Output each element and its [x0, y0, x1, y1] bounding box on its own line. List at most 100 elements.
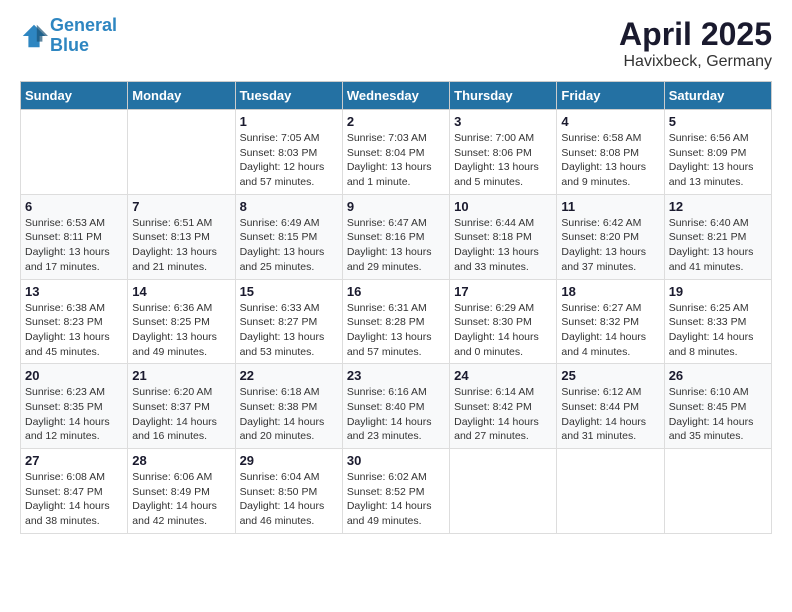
logo-text: General Blue	[50, 16, 117, 56]
day-number: 25	[561, 368, 659, 383]
day-info: Sunrise: 6:08 AMSunset: 8:47 PMDaylight:…	[25, 470, 123, 529]
calendar-table: SundayMondayTuesdayWednesdayThursdayFrid…	[20, 81, 772, 534]
day-number: 22	[240, 368, 338, 383]
day-number: 14	[132, 284, 230, 299]
header-row: SundayMondayTuesdayWednesdayThursdayFrid…	[21, 82, 772, 110]
week-row-1: 1 Sunrise: 7:05 AMSunset: 8:03 PMDaylight…	[21, 110, 772, 195]
logo-blue: Blue	[50, 35, 89, 55]
day-info: Sunrise: 7:00 AMSunset: 8:06 PMDaylight:…	[454, 131, 552, 190]
day-cell: 28Sunrise: 6:06 AMSunset: 8:49 PMDayligh…	[128, 449, 235, 534]
day-number: 15	[240, 284, 338, 299]
day-cell: 21 Sunrise: 6:20 AMSunset: 8:37 PMDayligh…	[128, 364, 235, 449]
day-info: Sunrise: 6:33 AMSunset: 8:27 PMDaylight:…	[240, 301, 338, 360]
day-info: Sunrise: 6:02 AMSunset: 8:52 PMDaylight:…	[347, 470, 445, 529]
column-header-sunday: Sunday	[21, 82, 128, 110]
day-cell: 2Sunrise: 7:03 AMSunset: 8:04 PMDaylight…	[342, 110, 449, 195]
day-info: Sunrise: 6:58 AMSunset: 8:08 PMDaylight:…	[561, 131, 659, 190]
day-cell: 19 Sunrise: 6:25 AMSunset: 8:33 PMDayligh…	[664, 279, 771, 364]
page: General Blue April 2025 Havixbeck, Germa…	[0, 0, 792, 550]
day-info: Sunrise: 6:36 AMSunset: 8:25 PMDaylight:…	[132, 301, 230, 360]
week-row-5: 27 Sunrise: 6:08 AMSunset: 8:47 PMDayligh…	[21, 449, 772, 534]
logo-general: General	[50, 15, 117, 35]
day-info: Sunrise: 6:16 AMSunset: 8:40 PMDaylight:…	[347, 385, 445, 444]
day-cell: 3 Sunrise: 7:00 AMSunset: 8:06 PMDaylight…	[450, 110, 557, 195]
header: General Blue April 2025 Havixbeck, Germa…	[20, 16, 772, 71]
day-info: Sunrise: 6:20 AMSunset: 8:37 PMDaylight:…	[132, 385, 230, 444]
day-number: 9	[347, 199, 445, 214]
day-info: Sunrise: 6:04 AMSunset: 8:50 PMDaylight:…	[240, 470, 338, 529]
column-header-friday: Friday	[557, 82, 664, 110]
day-cell: 30 Sunrise: 6:02 AMSunset: 8:52 PMDayligh…	[342, 449, 449, 534]
day-info: Sunrise: 6:49 AMSunset: 8:15 PMDaylight:…	[240, 216, 338, 275]
day-info: Sunrise: 6:10 AMSunset: 8:45 PMDaylight:…	[669, 385, 767, 444]
day-number: 7	[132, 199, 230, 214]
day-number: 27	[25, 453, 123, 468]
day-number: 6	[25, 199, 123, 214]
day-number: 26	[669, 368, 767, 383]
title-block: April 2025 Havixbeck, Germany	[619, 16, 772, 71]
main-title: April 2025	[619, 16, 772, 53]
day-cell: 18 Sunrise: 6:27 AMSunset: 8:32 PMDayligh…	[557, 279, 664, 364]
day-cell: 10 Sunrise: 6:44 AMSunset: 8:18 PMDayligh…	[450, 194, 557, 279]
day-cell	[664, 449, 771, 534]
day-info: Sunrise: 6:56 AMSunset: 8:09 PMDaylight:…	[669, 131, 767, 190]
day-info: Sunrise: 6:31 AMSunset: 8:28 PMDaylight:…	[347, 301, 445, 360]
day-info: Sunrise: 6:18 AMSunset: 8:38 PMDaylight:…	[240, 385, 338, 444]
day-number: 18	[561, 284, 659, 299]
day-info: Sunrise: 6:44 AMSunset: 8:18 PMDaylight:…	[454, 216, 552, 275]
day-cell: 15 Sunrise: 6:33 AMSunset: 8:27 PMDayligh…	[235, 279, 342, 364]
day-info: Sunrise: 6:53 AMSunset: 8:11 PMDaylight:…	[25, 216, 123, 275]
day-info: Sunrise: 6:38 AMSunset: 8:23 PMDaylight:…	[25, 301, 123, 360]
day-number: 24	[454, 368, 552, 383]
day-info: Sunrise: 6:29 AMSunset: 8:30 PMDaylight:…	[454, 301, 552, 360]
day-number: 8	[240, 199, 338, 214]
day-cell: 23Sunrise: 6:16 AMSunset: 8:40 PMDayligh…	[342, 364, 449, 449]
column-header-saturday: Saturday	[664, 82, 771, 110]
day-cell: 16 Sunrise: 6:31 AMSunset: 8:28 PMDayligh…	[342, 279, 449, 364]
day-cell: 11Sunrise: 6:42 AMSunset: 8:20 PMDayligh…	[557, 194, 664, 279]
day-number: 13	[25, 284, 123, 299]
day-cell: 20Sunrise: 6:23 AMSunset: 8:35 PMDayligh…	[21, 364, 128, 449]
day-info: Sunrise: 6:12 AMSunset: 8:44 PMDaylight:…	[561, 385, 659, 444]
day-cell: 5 Sunrise: 6:56 AMSunset: 8:09 PMDaylight…	[664, 110, 771, 195]
column-header-thursday: Thursday	[450, 82, 557, 110]
column-header-tuesday: Tuesday	[235, 82, 342, 110]
day-info: Sunrise: 6:06 AMSunset: 8:49 PMDaylight:…	[132, 470, 230, 529]
day-cell: 17 Sunrise: 6:29 AMSunset: 8:30 PMDayligh…	[450, 279, 557, 364]
column-header-monday: Monday	[128, 82, 235, 110]
day-cell: 24 Sunrise: 6:14 AMSunset: 8:42 PMDayligh…	[450, 364, 557, 449]
day-number: 1	[240, 114, 338, 129]
day-info: Sunrise: 6:27 AMSunset: 8:32 PMDaylight:…	[561, 301, 659, 360]
day-cell	[450, 449, 557, 534]
day-number: 16	[347, 284, 445, 299]
subtitle: Havixbeck, Germany	[619, 53, 772, 71]
day-info: Sunrise: 6:47 AMSunset: 8:16 PMDaylight:…	[347, 216, 445, 275]
day-number: 30	[347, 453, 445, 468]
day-cell: 26 Sunrise: 6:10 AMSunset: 8:45 PMDayligh…	[664, 364, 771, 449]
day-number: 17	[454, 284, 552, 299]
day-info: Sunrise: 6:40 AMSunset: 8:21 PMDaylight:…	[669, 216, 767, 275]
week-row-2: 6 Sunrise: 6:53 AMSunset: 8:11 PMDaylight…	[21, 194, 772, 279]
day-number: 2	[347, 114, 445, 129]
day-number: 10	[454, 199, 552, 214]
day-cell: 8 Sunrise: 6:49 AMSunset: 8:15 PMDaylight…	[235, 194, 342, 279]
day-number: 20	[25, 368, 123, 383]
day-cell: 4 Sunrise: 6:58 AMSunset: 8:08 PMDaylight…	[557, 110, 664, 195]
day-cell: 6 Sunrise: 6:53 AMSunset: 8:11 PMDaylight…	[21, 194, 128, 279]
day-cell: 14 Sunrise: 6:36 AMSunset: 8:25 PMDayligh…	[128, 279, 235, 364]
day-number: 21	[132, 368, 230, 383]
day-number: 3	[454, 114, 552, 129]
day-info: Sunrise: 6:25 AMSunset: 8:33 PMDaylight:…	[669, 301, 767, 360]
day-number: 4	[561, 114, 659, 129]
day-info: Sunrise: 6:14 AMSunset: 8:42 PMDaylight:…	[454, 385, 552, 444]
day-number: 29	[240, 453, 338, 468]
day-cell: 7Sunrise: 6:51 AMSunset: 8:13 PMDaylight…	[128, 194, 235, 279]
week-row-4: 20Sunrise: 6:23 AMSunset: 8:35 PMDayligh…	[21, 364, 772, 449]
day-number: 19	[669, 284, 767, 299]
day-info: Sunrise: 7:05 AMSunset: 8:03 PMDaylight:…	[240, 131, 338, 190]
day-cell	[128, 110, 235, 195]
day-cell: 29 Sunrise: 6:04 AMSunset: 8:50 PMDayligh…	[235, 449, 342, 534]
day-number: 5	[669, 114, 767, 129]
logo: General Blue	[20, 16, 117, 56]
day-cell: 9 Sunrise: 6:47 AMSunset: 8:16 PMDaylight…	[342, 194, 449, 279]
